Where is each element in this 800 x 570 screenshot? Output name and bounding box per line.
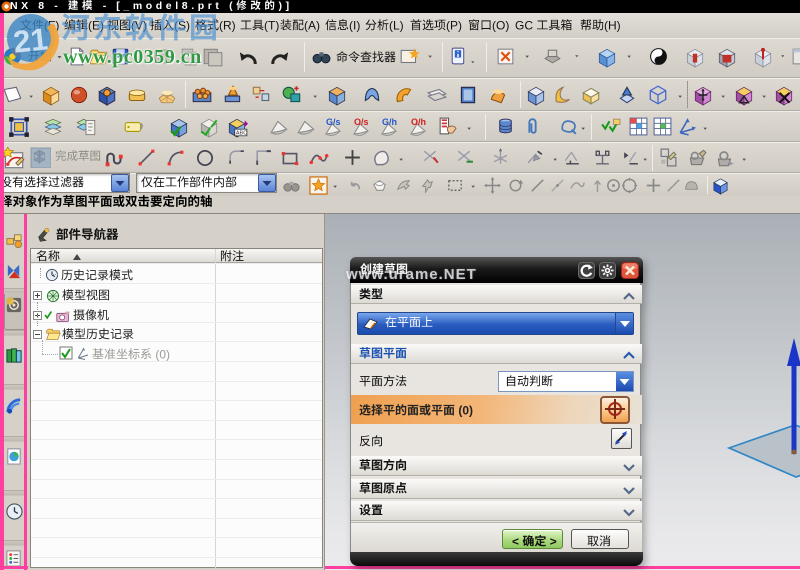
svg-text:(0): (0) <box>155 348 170 361</box>
svg-text:-: - <box>103 0 110 12</box>
svg-text:)]: )] <box>279 0 293 12</box>
svg-text:(H): (H) <box>604 19 621 32</box>
svg-text:ABC: ABC <box>236 131 247 137</box>
svg-text:(: ( <box>229 0 236 12</box>
svg-text:<: < <box>512 535 519 548</box>
svg-text:(P): (P) <box>446 19 462 32</box>
svg-text:(I): (I) <box>349 19 360 32</box>
svg-text:(O): (O) <box>492 19 509 32</box>
svg-text:(T): (T) <box>264 19 279 32</box>
svg-text:(0): (0) <box>458 404 473 417</box>
svg-text:GC: GC <box>515 19 533 32</box>
svg-text:(L): (L) <box>389 19 404 32</box>
svg-text:>: > <box>550 535 557 548</box>
svg-text:(A): (A) <box>304 19 320 32</box>
svg-text:[_model8.prt: [_model8.prt <box>116 0 222 12</box>
